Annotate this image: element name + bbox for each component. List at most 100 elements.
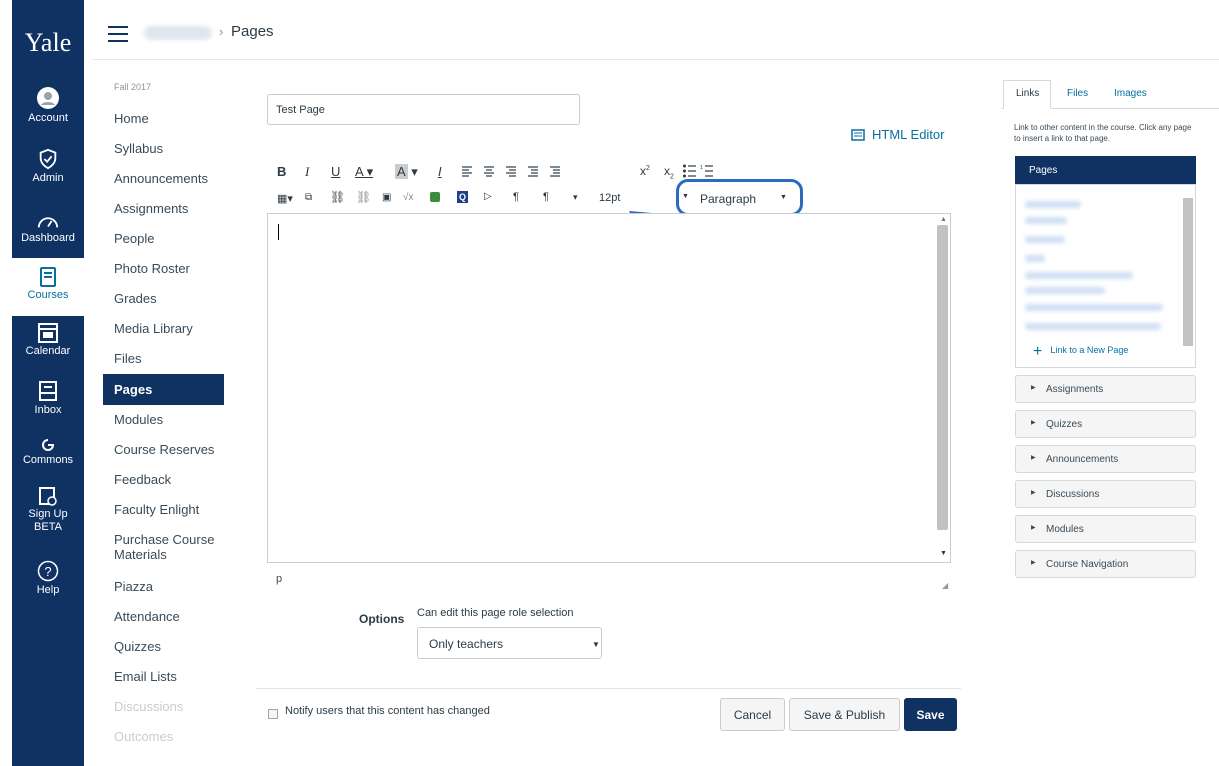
nav-help[interactable]: ? Help bbox=[12, 560, 84, 597]
course-nav-syllabus[interactable]: Syllabus bbox=[114, 141, 163, 156]
image-button[interactable]: ▣ bbox=[382, 192, 391, 203]
underline-button[interactable]: U bbox=[331, 164, 340, 179]
editor-scroll-down-icon[interactable]: ▼ bbox=[940, 550, 947, 557]
alignment-icons[interactable] bbox=[462, 166, 562, 178]
course-nav-email-lists[interactable]: Email Lists bbox=[114, 669, 177, 684]
editor-scroll-up-icon[interactable]: ▲ bbox=[940, 216, 947, 223]
pages-section-header[interactable]: Pages bbox=[1015, 156, 1196, 184]
html-editor-link[interactable]: HTML Editor bbox=[851, 127, 944, 142]
yale-logo[interactable]: Yale bbox=[12, 28, 84, 58]
page-link-blurred[interactable] bbox=[1025, 255, 1045, 262]
account-icon bbox=[37, 87, 59, 109]
course-nav-pages[interactable]: Pages bbox=[103, 374, 224, 405]
page-link-blurred[interactable] bbox=[1025, 201, 1081, 208]
course-nav-faculty-enlight[interactable]: Faculty Enlight bbox=[114, 502, 199, 517]
resize-handle-icon[interactable]: ◢ bbox=[942, 581, 948, 590]
page-link-blurred[interactable] bbox=[1025, 236, 1065, 243]
font-size-caret[interactable]: ▾ bbox=[573, 192, 578, 203]
section-assignments[interactable]: ▶ Assignments bbox=[1015, 375, 1196, 403]
tab-links[interactable]: Links bbox=[1016, 88, 1039, 99]
nav-dashboard[interactable]: Dashboard bbox=[12, 212, 84, 245]
hamburger-menu-icon[interactable] bbox=[108, 26, 128, 42]
page-link-blurred[interactable] bbox=[1025, 287, 1105, 294]
course-nav-photo-roster[interactable]: Photo Roster bbox=[114, 261, 190, 276]
notify-checkbox[interactable] bbox=[268, 709, 278, 719]
course-nav-grades[interactable]: Grades bbox=[114, 291, 157, 306]
calendar-icon bbox=[38, 323, 58, 343]
role-select[interactable]: Only teachers ▼ bbox=[417, 627, 602, 659]
section-discussions[interactable]: ▶ Discussions bbox=[1015, 480, 1196, 508]
cancel-button[interactable]: Cancel bbox=[720, 698, 785, 731]
tab-images[interactable]: Images bbox=[1114, 88, 1147, 99]
link-button[interactable]: ⛓ bbox=[330, 190, 345, 204]
nav-account[interactable]: Account bbox=[12, 86, 84, 125]
video-button[interactable]: ▷ bbox=[484, 191, 492, 202]
page-link-blurred[interactable] bbox=[1025, 304, 1163, 311]
svg-text:1: 1 bbox=[700, 165, 703, 171]
nav-signup[interactable]: Sign Up BETA bbox=[12, 486, 84, 534]
section-course-navigation[interactable]: ▶ Course Navigation bbox=[1015, 550, 1196, 578]
nav-commons[interactable]: Commons bbox=[12, 438, 84, 467]
course-nav-modules[interactable]: Modules bbox=[114, 412, 163, 427]
italic-button[interactable]: I bbox=[305, 164, 309, 180]
pages-scrollbar[interactable] bbox=[1183, 198, 1193, 346]
course-nav-files[interactable]: Files bbox=[114, 351, 141, 366]
font-size-select[interactable]: 12pt bbox=[599, 192, 620, 204]
course-nav-attendance[interactable]: Attendance bbox=[114, 609, 180, 624]
breadcrumb-current-page: Pages bbox=[231, 23, 274, 40]
link-to-new-page[interactable]: + Link to a New Page bbox=[1033, 343, 1128, 361]
nav-admin[interactable]: Admin bbox=[12, 148, 84, 185]
course-nav-media-library[interactable]: Media Library bbox=[114, 321, 193, 336]
save-publish-button[interactable]: Save & Publish bbox=[789, 698, 900, 731]
course-nav-assignments[interactable]: Assignments bbox=[114, 201, 188, 216]
course-nav-quizzes[interactable]: Quizzes bbox=[114, 639, 161, 654]
page-title-input[interactable] bbox=[267, 94, 580, 125]
unlink-button[interactable]: ⛓ bbox=[356, 190, 371, 204]
breadcrumb-course-blurred[interactable] bbox=[144, 26, 212, 40]
course-nav-piazza[interactable]: Piazza bbox=[114, 579, 153, 594]
course-nav-home[interactable]: Home bbox=[114, 111, 149, 126]
course-nav-outcomes[interactable]: Outcomes bbox=[114, 729, 173, 744]
course-nav-people[interactable]: People bbox=[114, 231, 154, 246]
subscript-button[interactable]: x2 bbox=[664, 164, 674, 180]
rtl-button[interactable]: ¶ bbox=[543, 191, 549, 203]
paragraph-format-select[interactable]: Paragraph bbox=[700, 192, 756, 206]
clear-formatting-button[interactable]: I bbox=[438, 164, 442, 179]
section-announcements[interactable]: ▶ Announcements bbox=[1015, 445, 1196, 473]
page-link-blurred[interactable] bbox=[1025, 272, 1133, 279]
nav-inbox[interactable]: Inbox bbox=[12, 380, 84, 417]
html-editor-icon bbox=[851, 129, 865, 141]
course-nav-discussions[interactable]: Discussions bbox=[114, 699, 183, 714]
course-nav-announcements[interactable]: Announcements bbox=[114, 171, 208, 186]
text-color-button[interactable]: A ▾ bbox=[355, 164, 373, 180]
bold-button[interactable]: B bbox=[277, 164, 286, 179]
tab-files[interactable]: Files bbox=[1067, 88, 1088, 99]
nav-help-label: Help bbox=[36, 584, 60, 596]
nav-courses[interactable]: Courses bbox=[12, 258, 84, 316]
course-nav-feedback[interactable]: Feedback bbox=[114, 472, 171, 487]
background-color-button[interactable]: A ▾ bbox=[395, 164, 418, 180]
page-link-blurred[interactable] bbox=[1025, 323, 1161, 330]
notify-label: Notify users that this content has chang… bbox=[285, 705, 490, 717]
list-icons[interactable]: 1 bbox=[683, 164, 715, 178]
section-quizzes[interactable]: ▶ Quizzes bbox=[1015, 410, 1196, 438]
nav-calendar[interactable]: Calendar bbox=[12, 321, 84, 358]
editor-scrollbar[interactable] bbox=[937, 225, 948, 530]
section-modules[interactable]: ▶ Modules bbox=[1015, 515, 1196, 543]
embed-button[interactable]: ⧉ bbox=[305, 192, 312, 203]
equation-button[interactable]: √x bbox=[403, 192, 414, 203]
course-term: Fall 2017 bbox=[114, 82, 152, 92]
rich-text-editor[interactable] bbox=[267, 213, 951, 563]
quicklink-button[interactable]: Q bbox=[457, 191, 468, 203]
ltr-button[interactable]: ¶ bbox=[513, 191, 519, 203]
role-select-value: Only teachers bbox=[429, 637, 504, 651]
course-nav-purchase-materials[interactable]: Purchase Course Materials bbox=[114, 532, 224, 562]
course-nav-course-reserves[interactable]: Course Reserves bbox=[114, 442, 214, 457]
caret-right-icon: ▶ bbox=[1031, 560, 1036, 566]
superscript-button[interactable]: x2 bbox=[640, 164, 650, 178]
table-button[interactable]: ▦▾ bbox=[277, 192, 293, 205]
media-button[interactable] bbox=[430, 192, 440, 202]
inbox-icon bbox=[39, 381, 57, 401]
page-link-blurred[interactable] bbox=[1025, 217, 1067, 224]
save-button[interactable]: Save bbox=[904, 698, 957, 731]
